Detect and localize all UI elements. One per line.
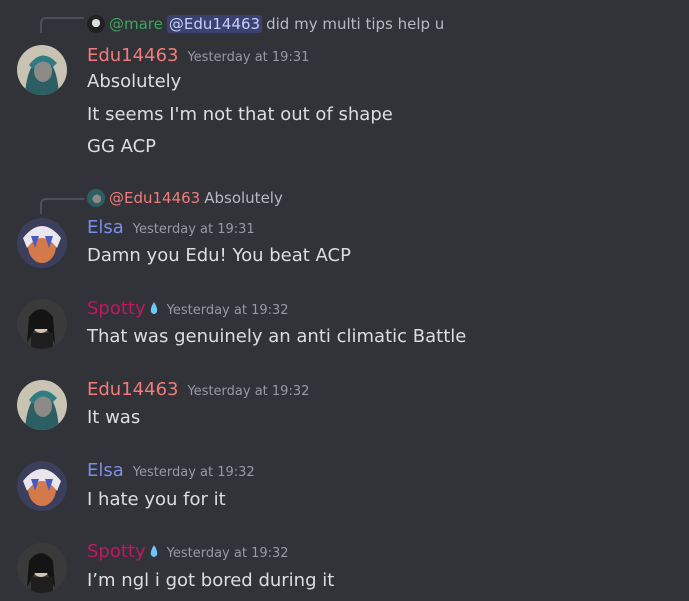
- username-elsa[interactable]: Elsa: [87, 217, 124, 238]
- message-header: Edu14463 Yesterday at 19:31: [87, 45, 309, 66]
- reply-connector: [40, 198, 84, 214]
- message-header: Elsa Yesterday at 19:31: [87, 217, 255, 238]
- message-text: I hate you for it: [87, 489, 226, 510]
- message-text: Absolutely: [87, 71, 182, 92]
- reply-mention[interactable]: @Edu14463: [166, 15, 263, 33]
- timestamp[interactable]: Yesterday at 19:32: [133, 465, 255, 480]
- avatar-elsa[interactable]: [17, 461, 67, 511]
- message-text: I’m ngl i got bored during it: [87, 570, 335, 591]
- message-header: Spotty Yesterday at 19:32: [87, 541, 289, 562]
- timestamp[interactable]: Yesterday at 19:32: [167, 303, 289, 318]
- water-drop-icon: [150, 302, 157, 314]
- timestamp[interactable]: Yesterday at 19:32: [187, 384, 309, 399]
- message-text: GG ACP: [87, 136, 157, 157]
- avatar-edu14463-small-icon: [87, 189, 105, 207]
- reply-author[interactable]: @Edu14463: [109, 189, 200, 207]
- timestamp[interactable]: Yesterday at 19:31: [187, 50, 309, 65]
- message-header: Spotty Yesterday at 19:32: [87, 298, 289, 319]
- message-text: That was genuinely an anti climatic Batt…: [87, 326, 467, 347]
- avatar-spotty[interactable]: [17, 543, 67, 593]
- timestamp[interactable]: Yesterday at 19:31: [133, 222, 255, 237]
- message-header: Edu14463 Yesterday at 19:32: [87, 379, 309, 400]
- username-spotty[interactable]: Spotty: [87, 541, 158, 562]
- avatar-edu14463[interactable]: [17, 380, 67, 430]
- avatar-mare-icon: [87, 15, 105, 33]
- reply-preview[interactable]: @mare @Edu14463 did my multi tips help u: [87, 14, 444, 34]
- username-edu14463[interactable]: Edu14463: [87, 379, 178, 400]
- avatar-spotty[interactable]: [17, 299, 67, 349]
- reply-text: did my multi tips help u: [266, 15, 445, 33]
- timestamp[interactable]: Yesterday at 19:32: [167, 546, 289, 561]
- username-elsa[interactable]: Elsa: [87, 460, 124, 481]
- message-text: It was: [87, 407, 141, 428]
- reply-preview[interactable]: @Edu14463 Absolutely: [87, 188, 283, 208]
- message-text: It seems I'm not that out of shape: [87, 104, 393, 125]
- avatar-elsa[interactable]: [17, 218, 67, 268]
- water-drop-icon: [150, 545, 157, 557]
- username-spotty[interactable]: Spotty: [87, 298, 158, 319]
- message-text: Damn you Edu! You beat ACP: [87, 245, 351, 266]
- reply-author[interactable]: @mare: [109, 15, 163, 33]
- avatar-edu14463[interactable]: [17, 45, 67, 95]
- reply-text: Absolutely: [204, 189, 283, 207]
- username-edu14463[interactable]: Edu14463: [87, 45, 178, 66]
- reply-connector: [40, 17, 84, 33]
- message-header: Elsa Yesterday at 19:32: [87, 460, 255, 481]
